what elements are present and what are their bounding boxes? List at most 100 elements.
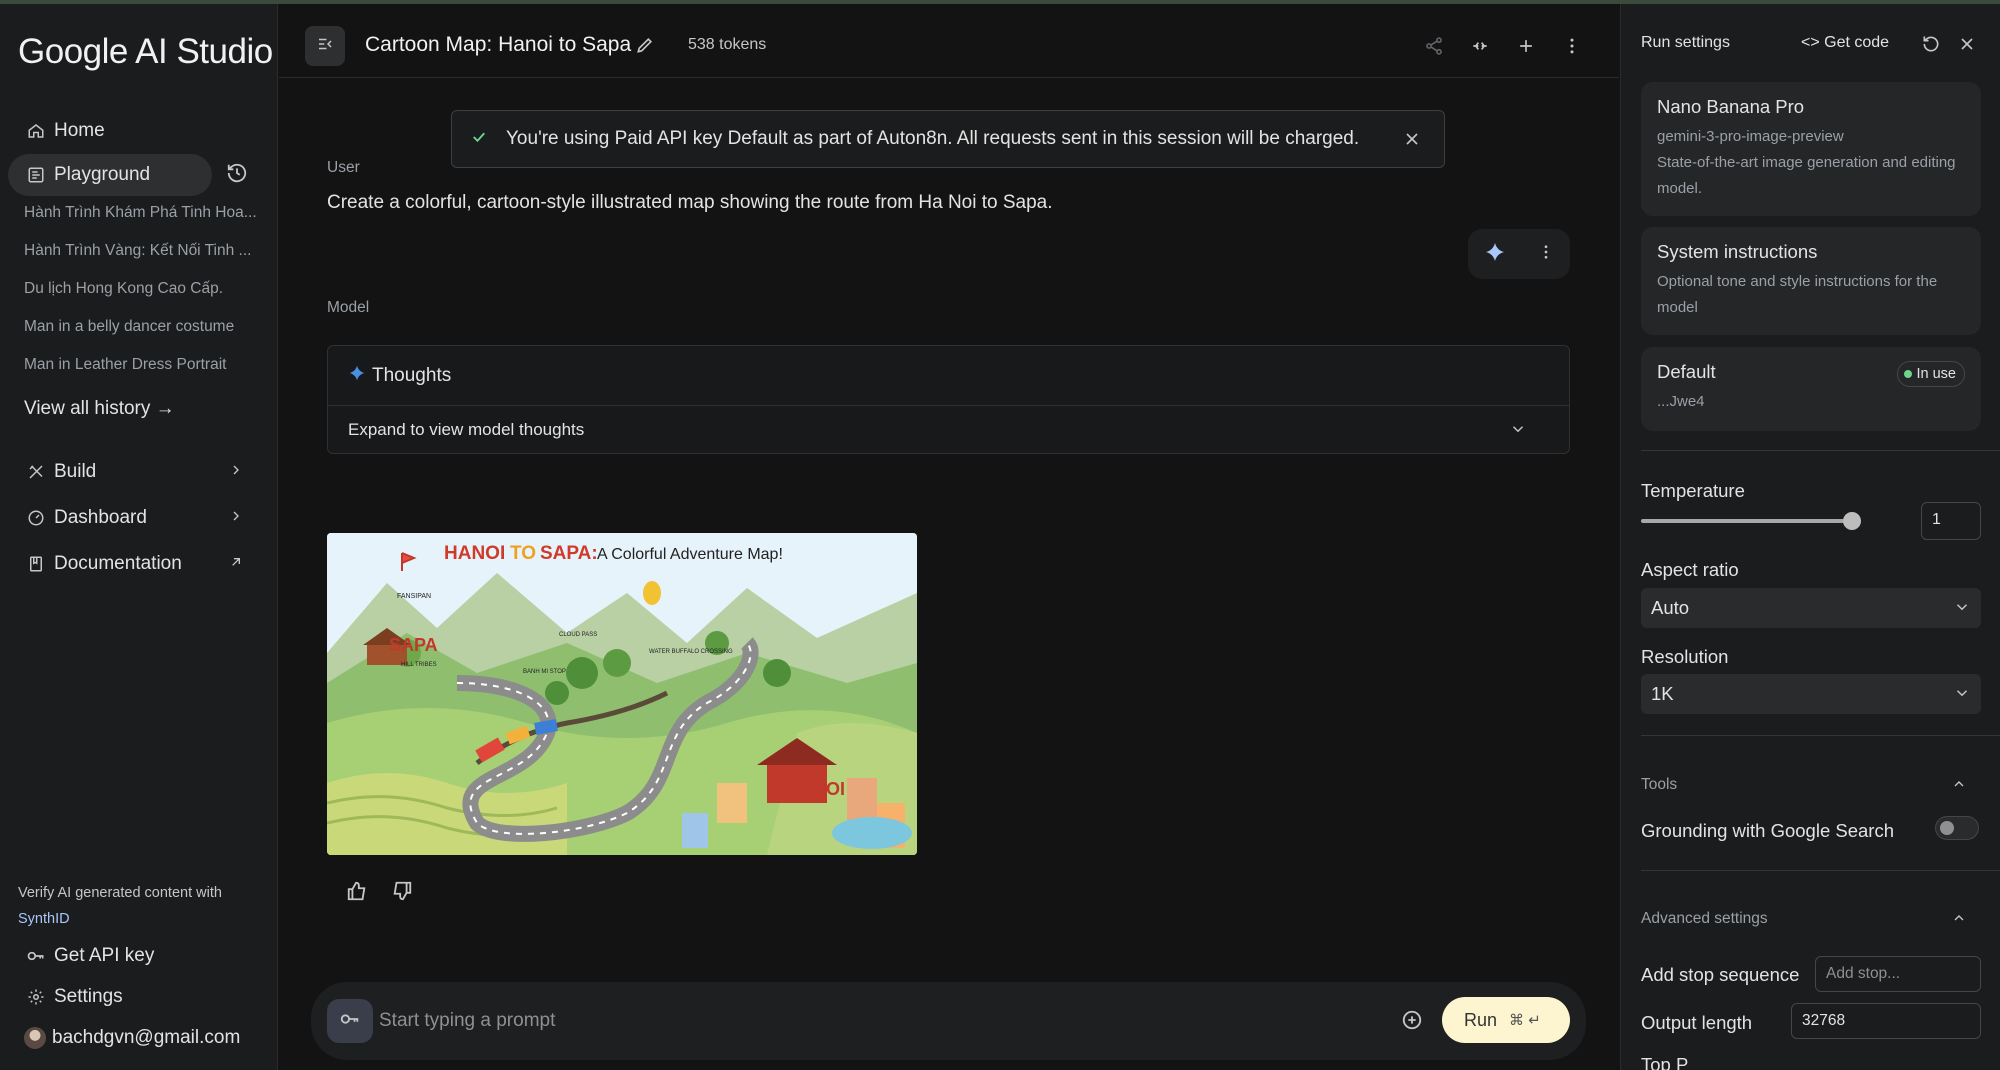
grounding-toggle[interactable] [1935,816,1979,840]
add-media-icon[interactable] [1401,1009,1423,1036]
avatar [24,1027,46,1049]
thumbs-up-icon[interactable] [346,880,372,906]
run-button[interactable]: Run ⌘ ↵ [1442,997,1570,1043]
user-role-label: User [327,159,360,176]
left-sidebar: Google AI Studio Home Playground Hành Tr… [0,4,278,1070]
grounding-label: Grounding with Google Search [1641,820,1894,841]
nav-settings[interactable]: Settings [8,976,270,1018]
system-instructions-title: System instructions [1657,241,1818,262]
dashboard-gauge-icon [26,508,46,528]
chevron-down-icon [1953,598,1971,621]
divider [1641,870,2000,871]
more-options-icon[interactable] [1561,35,1583,57]
resolution-value: 1K [1651,683,1674,704]
share-icon[interactable] [1423,35,1445,57]
nav-dashboard[interactable]: Dashboard [8,497,270,539]
nav-build[interactable]: Build [8,451,270,493]
compare-icon[interactable] [1469,35,1491,57]
chevron-up-icon[interactable] [1951,776,1967,797]
model-name: Nano Banana Pro [1657,96,1805,117]
user-message: Create a colorful, cartoon-style illustr… [327,192,1053,213]
checkmark-icon [470,128,488,151]
history-item[interactable]: Man in a belly dancer costume [24,318,270,336]
home-icon [26,121,46,141]
page-title[interactable]: Cartoon Map: Hanoi to Sapa [365,33,631,57]
edit-title-icon[interactable] [635,35,655,60]
output-length-input[interactable]: 32768 [1791,1003,1981,1039]
divider [1641,450,2000,451]
prompt-bar: Run ⌘ ↵ [311,982,1586,1060]
history-item[interactable]: Hành Trình Khám Phá Tinh Hoa... [24,204,270,222]
system-instructions-description: Optional tone and style instructions for… [1657,273,1938,316]
advanced-settings-label[interactable]: Advanced settings [1641,910,1768,928]
expand-thoughts-label: Expand to view model thoughts [348,420,585,439]
nav-documentation[interactable]: Documentation [8,543,270,585]
model-id: gemini-3-pro-image-preview [1657,128,1844,145]
thumbs-down-icon[interactable] [391,880,417,906]
synthid-link[interactable]: SynthID [18,911,70,927]
chat-header: Cartoon Map: Hanoi to Sapa 538 tokens [279,4,1619,78]
map-label-banh-mi: BANH MI STOP [523,669,566,675]
model-selector-card[interactable]: Nano Banana Pro gemini-3-pro-image-previ… [1641,82,1981,216]
nav-playground[interactable]: Playground [8,154,212,196]
map-label-sapa: SAPA [389,635,438,655]
close-icon[interactable] [1957,34,1979,56]
view-all-history-link[interactable]: View all history → [24,398,175,420]
run-settings-panel: Run settings <> Get code Nano Banana Pro… [1620,4,2000,1070]
history-item[interactable]: Du lịch Hong Kong Cao Cấp. [24,280,270,298]
generated-map-image[interactable]: HANOI TO SAPA: A Colorful Adventure Map!… [327,533,917,855]
close-icon[interactable] [1402,129,1422,154]
temperature-slider[interactable] [1641,512,1861,530]
stop-sequence-label: Add stop sequence [1641,964,1800,985]
map-label-hill-tribes: HILL TRIBES [401,662,437,668]
run-label: Run [1464,1009,1498,1030]
map-label-hanoi: HANOI [787,779,845,799]
get-code-label: Get code [1824,34,1890,51]
sparkle-icon [348,364,366,388]
key-icon [339,1008,361,1035]
temperature-label: Temperature [1641,480,1745,501]
code-icon: <> [1801,34,1820,51]
temperature-slider-thumb[interactable] [1843,512,1861,530]
run-settings-title: Run settings [1641,34,1730,51]
aspect-ratio-select[interactable]: Auto [1641,588,1981,628]
model-description: State-of-the-art image generation and ed… [1657,154,1956,197]
new-chat-plus-icon[interactable] [1515,35,1537,57]
tools-section-label[interactable]: Tools [1641,776,1677,794]
chevron-up-icon[interactable] [1951,910,1967,931]
thoughts-title: Thoughts [372,364,452,386]
notice-text: You're using Paid API key Default as par… [506,128,1360,149]
expand-thoughts-button[interactable]: Expand to view model thoughts [328,406,1569,454]
api-key-card[interactable]: Default ...Jwe4 In use [1641,347,1981,431]
nav-build-label: Build [54,461,97,482]
map-label-cloud-pass: CLOUD PASS [559,632,597,638]
build-tools-icon [26,462,46,482]
sidebar-toggle-button[interactable] [305,26,345,66]
get-code-button[interactable]: <> Get code [1801,34,1889,52]
api-key-button[interactable] [327,999,373,1043]
chevron-down-icon [1953,684,1971,707]
nav-home[interactable]: Home [8,110,270,152]
resolution-select[interactable]: 1K [1641,674,1981,714]
nav-get-api-key[interactable]: Get API key [8,935,270,977]
prompt-input[interactable] [379,1002,1339,1040]
paid-api-key-notice: You're using Paid API key Default as par… [451,110,1445,168]
reset-settings-icon[interactable] [1921,34,1943,56]
map-title-sapa: SAPA: [540,543,598,564]
app-logo[interactable]: Google AI Studio [18,32,273,72]
playground-icon [26,165,46,185]
synthid-notice: Verify AI generated content with SynthID [18,880,258,932]
history-icon[interactable] [226,162,250,186]
history-item[interactable]: Man in Leather Dress Portrait [24,356,270,374]
sparkle-rerun-icon[interactable] [1484,241,1506,268]
system-instructions-card[interactable]: System instructions Optional tone and st… [1641,227,1981,335]
api-key-suffix: ...Jwe4 [1657,393,1705,410]
map-title-rest: A Colorful Adventure Map! [597,546,783,563]
temperature-input[interactable]: 1 [1921,502,1981,540]
collapse-sidebar-icon [316,35,334,58]
message-more-icon[interactable] [1537,243,1555,266]
history-item[interactable]: Hành Trình Vàng: Kết Nối Tinh ... [24,242,270,260]
stop-sequence-input[interactable]: Add stop... [1815,956,1981,992]
thoughts-panel: Thoughts Expand to view model thoughts [327,345,1570,454]
user-account[interactable]: bachdgvn@gmail.com [8,1017,270,1059]
